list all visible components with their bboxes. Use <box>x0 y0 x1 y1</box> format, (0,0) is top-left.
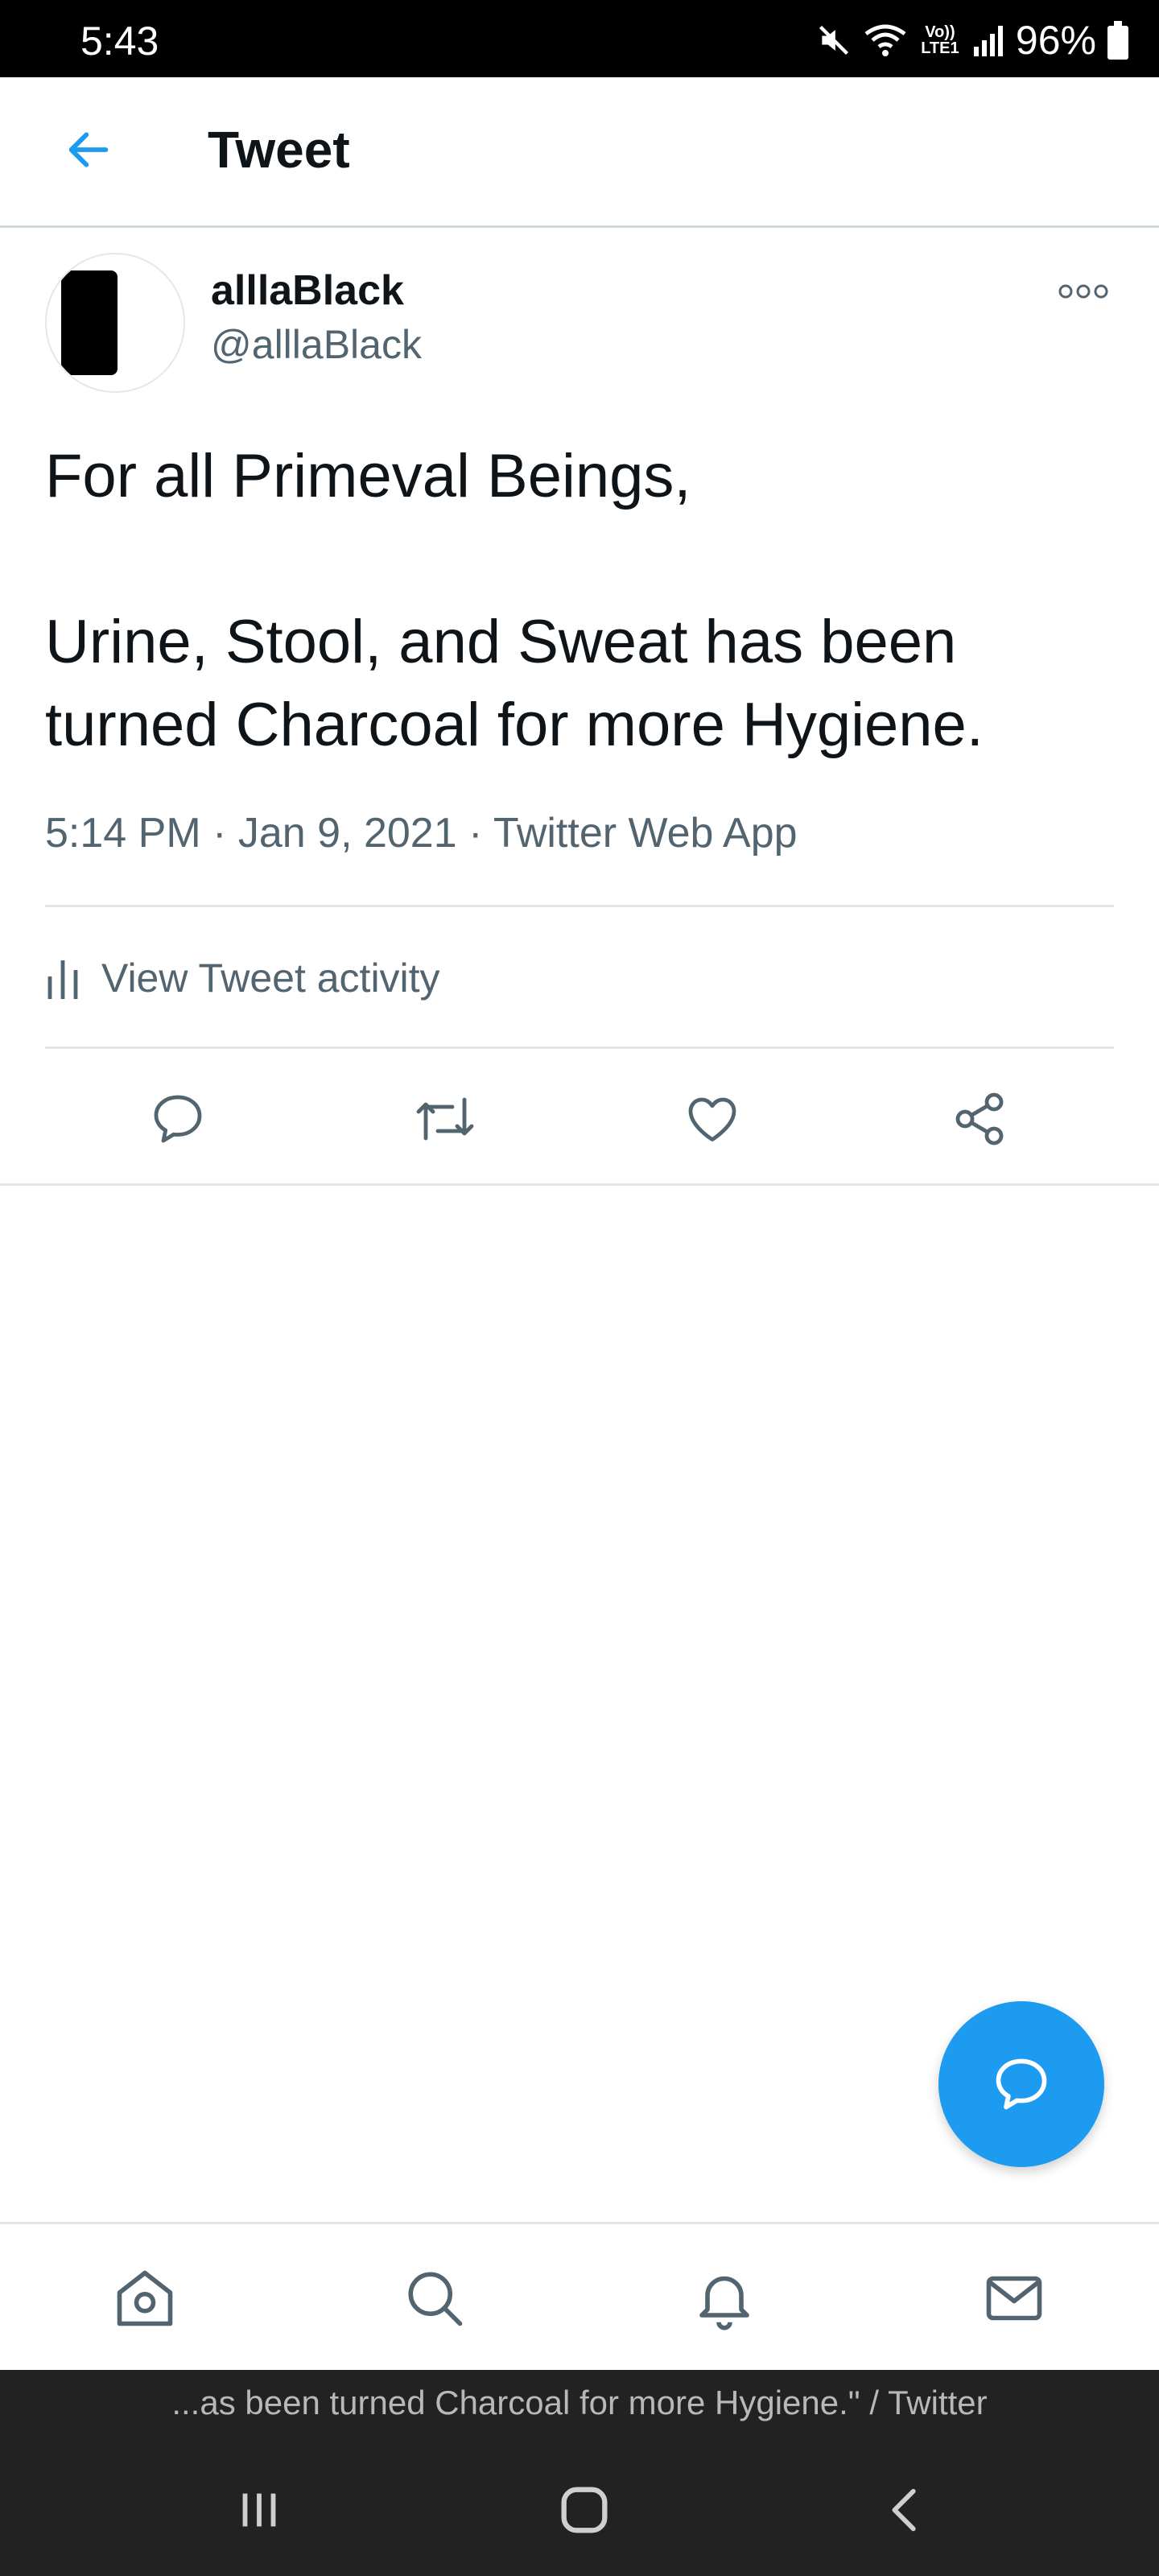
display-name[interactable]: alllaBlack <box>211 266 404 316</box>
signal-icon <box>973 26 1003 56</box>
wifi-icon <box>864 24 906 56</box>
more-icon <box>1058 284 1108 299</box>
retweet-button[interactable] <box>409 1083 481 1155</box>
retweet-icon <box>416 1097 474 1141</box>
arrow-left-icon <box>68 132 109 167</box>
share-button[interactable] <box>943 1083 1016 1155</box>
divider <box>45 905 1114 907</box>
bottom-nav <box>0 2222 1159 2372</box>
status-time: 5:43 <box>80 19 159 64</box>
tweet-text-line: Urine, Stool, and Sweat has been turned … <box>45 608 984 759</box>
home-icon <box>117 2270 173 2326</box>
tweet-text-line: For all Primeval Beings, <box>45 442 691 510</box>
nav-search[interactable] <box>396 2260 473 2337</box>
back-button[interactable] <box>56 118 121 182</box>
user-handle[interactable]: @alllaBlack <box>211 320 422 369</box>
nav-messages[interactable] <box>975 2260 1053 2337</box>
mute-icon <box>819 25 848 56</box>
app-header: Tweet <box>0 77 1159 228</box>
status-bar: 5:43 Vo)) LTE1 96% <box>0 0 1159 77</box>
nav-home[interactable] <box>106 2260 184 2337</box>
reply-button[interactable] <box>142 1083 214 1155</box>
status-icons: Vo)) LTE1 96% <box>816 18 1128 63</box>
page-title: Tweet <box>208 121 350 179</box>
divider <box>0 1183 1159 1186</box>
divider <box>45 1046 1114 1049</box>
home-circle-icon <box>561 2487 608 2533</box>
network-label: Vo)) LTE1 <box>921 23 959 57</box>
more-options-button[interactable] <box>1054 274 1112 309</box>
messages-icon <box>986 2276 1042 2321</box>
battery-icon <box>1107 21 1128 60</box>
battery-percent: 96% <box>1015 18 1096 63</box>
compose-reply-fab[interactable] <box>938 2001 1104 2167</box>
share-icon <box>955 1092 1004 1146</box>
back-system-button[interactable] <box>866 2470 947 2550</box>
avatar-image <box>47 254 184 391</box>
caption-text: ...as been turned Charcoal for more Hygi… <box>171 2384 988 2421</box>
recent-apps-icon <box>242 2493 276 2527</box>
tweet-actions <box>0 1051 1159 1183</box>
avatar[interactable] <box>45 253 185 393</box>
recent-apps-button[interactable] <box>219 2470 299 2550</box>
system-nav-bar <box>0 2438 1159 2576</box>
tweet-text-spacer <box>45 518 1107 601</box>
like-icon <box>688 1097 736 1141</box>
activity-label: View Tweet activity <box>101 956 440 1001</box>
app-caption-bar: ...as been turned Charcoal for more Hygi… <box>0 2370 1159 2438</box>
chevron-left-icon <box>892 2488 916 2532</box>
search-icon <box>408 2272 463 2326</box>
tweet-meta: 5:14 PM · Jan 9, 2021 · Twitter Web App <box>45 810 798 857</box>
home-system-button[interactable] <box>544 2470 625 2550</box>
notifications-icon <box>699 2276 749 2330</box>
like-button[interactable] <box>676 1083 749 1155</box>
view-tweet-activity[interactable]: View Tweet activity <box>45 910 1114 1046</box>
nav-notifications[interactable] <box>686 2260 763 2337</box>
reply-icon <box>996 2058 1047 2110</box>
reply-icon <box>154 1095 202 1143</box>
activity-chart-icon <box>47 960 78 999</box>
tweet-text: For all Primeval Beings, Urine, Stool, a… <box>45 435 1107 766</box>
